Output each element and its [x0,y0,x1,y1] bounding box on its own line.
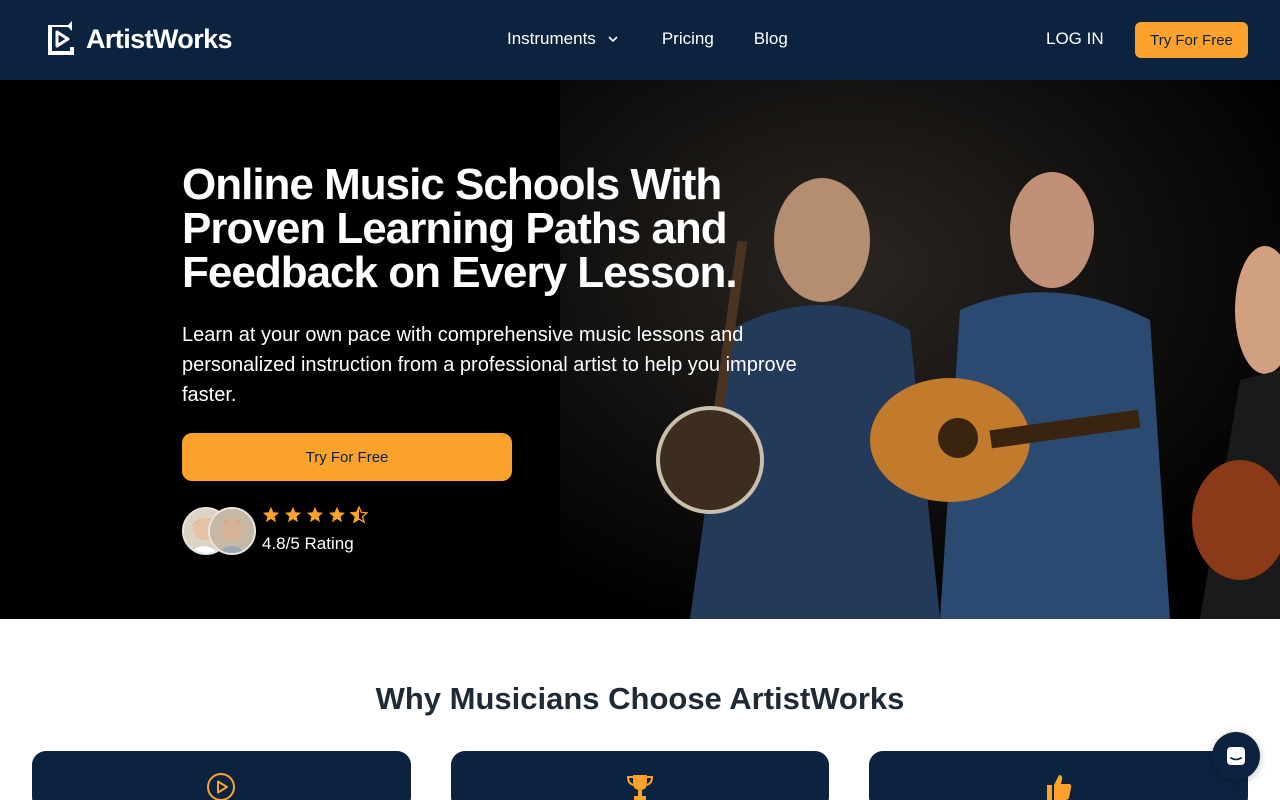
avatar-man-image [210,509,254,553]
play-circle-icon [207,773,235,800]
star-icon [306,506,324,523]
login-link[interactable]: LOG IN [1046,29,1104,49]
rating-text: 4.8/5 Rating [262,534,354,553]
nav-instruments[interactable]: Instruments [507,29,620,49]
star-half-icon [350,506,368,524]
nav-blog[interactable]: Blog [754,29,788,49]
star-icon [284,506,302,523]
main-nav: Instruments Pricing Blog [507,29,788,49]
logo-play-icon [48,21,74,55]
nav-blog-label: Blog [753,29,788,48]
chat-launcher-button[interactable] [1212,732,1260,780]
nav-instruments-label: Instruments [507,29,596,48]
hero-title: Online Music Schools With Proven Learnin… [182,160,738,297]
thumbs-up-icon [1047,775,1072,800]
chat-icon [1227,747,1245,765]
feature-card [32,751,411,800]
rating-stars [262,506,368,524]
brand-name: ArtistWorks [86,23,233,54]
site-header: ArtistWorks Instruments Pricing Blog LOG… [0,0,1280,80]
hero-section: Online Music Schools With Proven Learnin… [0,80,1280,619]
nav-pricing[interactable]: Pricing [662,29,714,49]
nav-pricing-label: Pricing [661,29,714,48]
hero-try-free-button[interactable]: Try For Free [182,433,512,481]
brand-logo[interactable]: ArtistWorks [44,21,233,57]
why-section-title: Why Musicians Choose ArtistWorks [375,681,905,716]
chevron-down-icon [608,36,618,43]
feature-card [451,751,829,800]
star-icon [328,506,346,523]
avatar [208,507,256,555]
reviewer-avatars [182,507,256,555]
header-try-free-button[interactable]: Try For Free [1135,22,1248,58]
hero-subtitle: Learn at your own pace with comprehensiv… [182,324,797,406]
star-icon [262,506,280,523]
trophy-icon [626,775,654,800]
feature-card [869,751,1248,800]
